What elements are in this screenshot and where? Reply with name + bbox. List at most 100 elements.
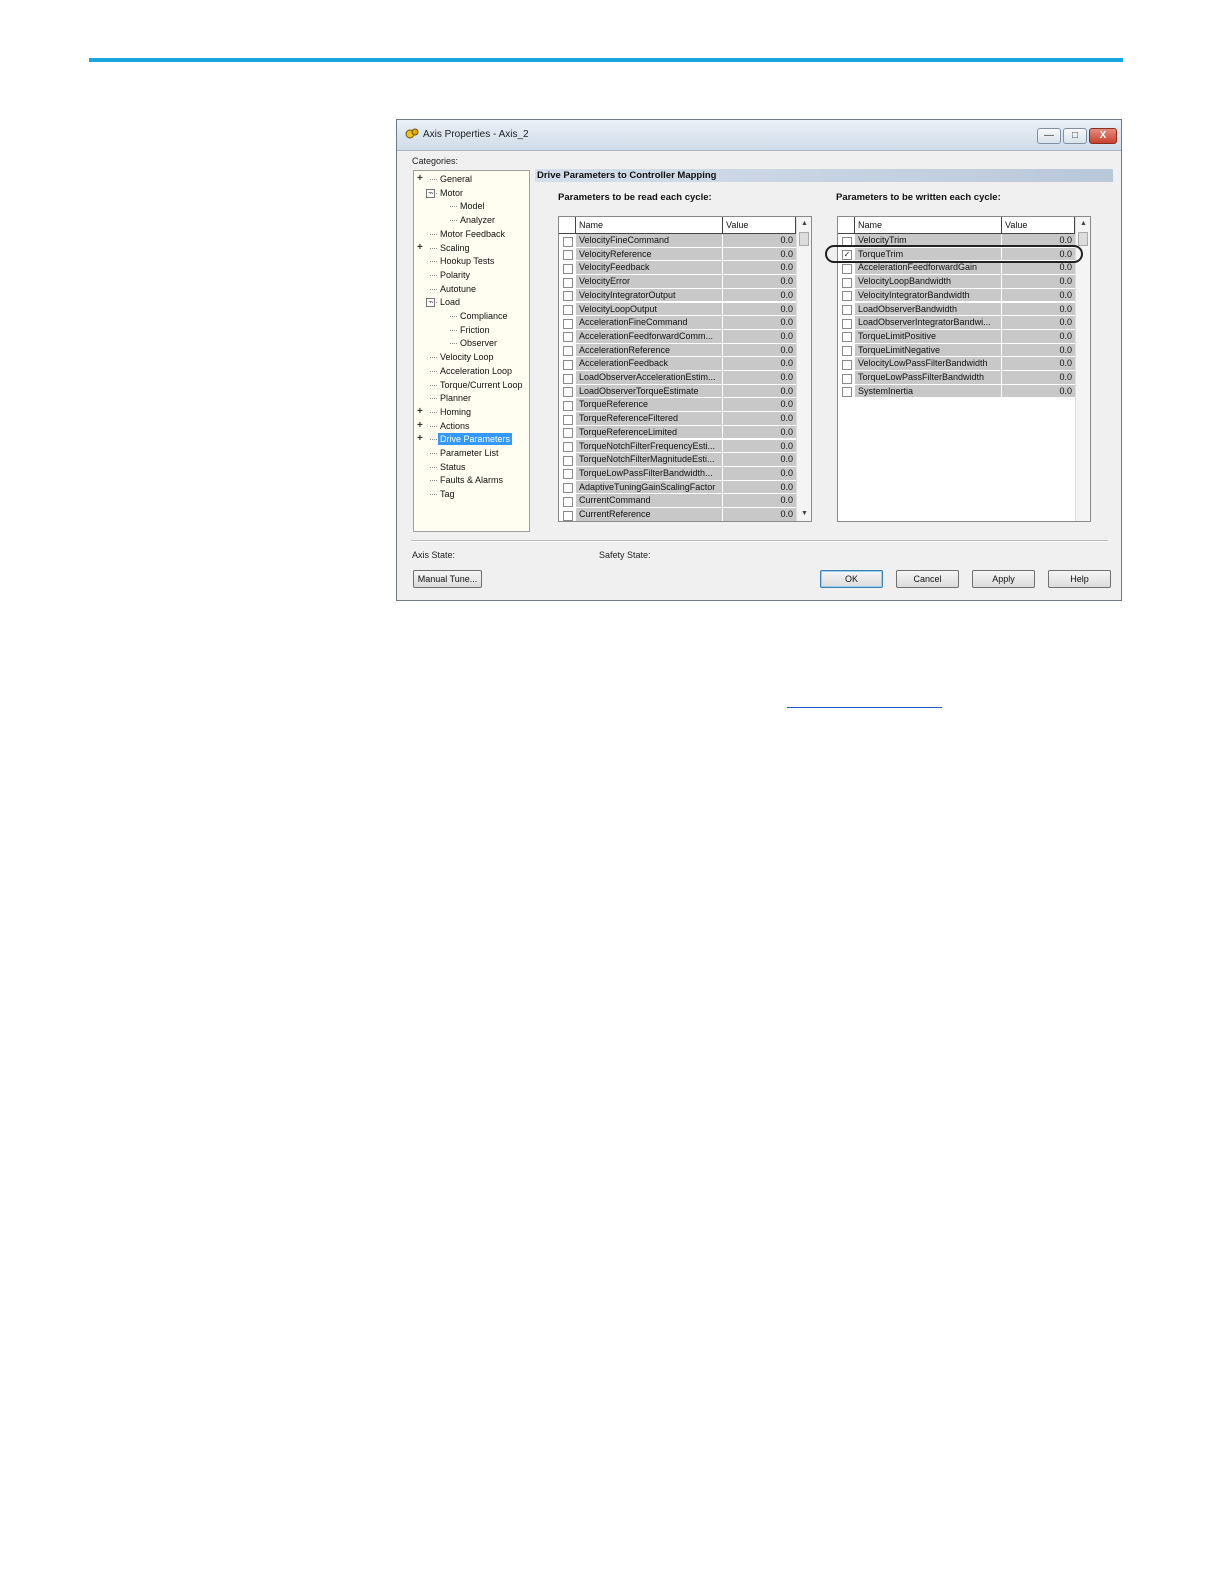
select-column-header[interactable] [838,217,855,233]
parameter-value[interactable]: 0.0 [1002,302,1075,317]
table-row[interactable]: VelocityFeedback 0.0 [559,261,796,276]
parameter-value[interactable]: 0.0 [1002,329,1075,344]
table-row[interactable]: LoadObserverAccelerationEstim... 0.0 [559,371,796,385]
row-checkbox[interactable] [563,318,573,329]
tree-item-hookup-tests[interactable]: Hookup Tests [440,255,494,267]
table-row[interactable]: VelocityLoopOutput 0.0 [559,302,796,317]
row-checkbox[interactable] [563,496,573,507]
parameter-value[interactable]: 0.0 [723,425,796,440]
select-column-header[interactable] [559,217,576,233]
parameter-value[interactable]: 0.0 [723,234,796,248]
row-checkbox[interactable] [563,373,573,384]
name-column-header[interactable]: Name [855,217,1002,233]
table-row[interactable]: CurrentReference 0.0 [559,508,796,521]
tree-item-polarity[interactable]: Polarity [440,269,470,281]
table-row[interactable]: VelocityLowPassFilterBandwidth 0.0 [838,357,1075,371]
row-checkbox[interactable] [563,469,573,480]
tree-item-velocity-loop[interactable]: Velocity Loop [440,351,494,363]
row-checkbox[interactable] [563,332,573,343]
table-row[interactable]: AccelerationReference 0.0 [559,343,796,358]
scroll-down-icon[interactable]: ▼ [797,507,811,521]
row-checkbox[interactable] [563,263,573,274]
parameter-value[interactable]: 0.0 [723,453,796,467]
row-checkbox[interactable] [842,263,852,274]
row-checkbox[interactable] [563,387,573,398]
tree-item-autotune[interactable]: Autotune [440,283,476,295]
tree-item-analyzer[interactable]: Analyzer [460,214,495,226]
manual-tune-button[interactable]: Manual Tune... [413,570,482,588]
table-row[interactable]: AccelerationFineCommand 0.0 [559,316,796,330]
tree-item-faults-alarms[interactable]: Faults & Alarms [440,474,503,486]
parameter-value[interactable]: 0.0 [723,466,796,481]
table-row[interactable]: LoadObserverIntegratorBandwi... 0.0 [838,316,1075,330]
parameter-value[interactable]: 0.0 [723,288,796,303]
tree-item-general[interactable]: General [440,173,472,185]
tree-item-tag[interactable]: Tag [440,488,455,500]
parameter-value[interactable]: 0.0 [723,343,796,358]
minimize-button[interactable]: — [1037,128,1061,144]
name-column-header[interactable]: Name [576,217,723,233]
title-bar[interactable]: Axis Properties - Axis_2 — □ X [397,120,1121,151]
table-row[interactable]: TorqueReferenceFiltered 0.0 [559,412,796,426]
tree-item-actions[interactable]: Actions [440,420,470,432]
table-row[interactable]: TorqueLowPassFilterBandwidth... 0.0 [559,466,796,481]
parameter-value[interactable]: 0.0 [1002,261,1075,276]
parameter-value[interactable]: 0.0 [1002,316,1075,330]
tree-item-homing[interactable]: Homing [440,406,471,418]
parameter-value[interactable]: 0.0 [723,371,796,385]
tree-item-torque-current-loop[interactable]: Torque/Current Loop [440,379,523,391]
table-row[interactable]: CurrentCommand 0.0 [559,494,796,508]
parameter-value[interactable]: 0.0 [723,357,796,371]
tree-item-scaling[interactable]: Scaling [440,242,470,254]
help-button[interactable]: Help [1048,570,1111,588]
read-parameters-grid[interactable]: Name Value VelocityFineCommand 0.0 Velocit… [558,216,812,522]
hyperlink-underline[interactable] [787,707,942,708]
row-checkbox[interactable] [563,442,573,452]
parameter-value[interactable]: 0.0 [723,494,796,508]
close-button[interactable]: X [1089,128,1117,144]
tree-item-motor-feedback[interactable]: Motor Feedback [440,228,505,240]
row-checkbox[interactable] [563,428,573,439]
apply-button[interactable]: Apply [972,570,1035,588]
parameter-value[interactable]: 0.0 [723,302,796,317]
table-row[interactable]: VelocityReference 0.0 [559,247,796,262]
row-checkbox[interactable] [563,305,573,315]
table-row[interactable]: SystemInertia 0.0 [838,384,1075,399]
row-checkbox[interactable] [842,291,852,302]
expand-icon[interactable]: + [417,434,423,444]
ok-button[interactable]: OK [820,570,883,588]
table-row[interactable]: VelocityFineCommand 0.0 [559,234,796,248]
row-checkbox[interactable] [563,414,573,425]
table-row[interactable]: TorqueReference 0.0 [559,398,796,413]
row-checkbox[interactable] [842,332,852,343]
table-row[interactable]: VelocityIntegratorBandwidth 0.0 [838,288,1075,303]
table-row[interactable]: AccelerationFeedback 0.0 [559,357,796,371]
value-column-header[interactable]: Value [1002,217,1075,233]
parameter-value[interactable]: 0.0 [723,508,796,521]
tree-item-status[interactable]: Status [440,461,466,473]
scroll-up-icon[interactable]: ▲ [797,217,811,231]
parameter-value[interactable]: 0.0 [723,412,796,426]
parameter-value[interactable]: 0.0 [1002,275,1075,289]
row-checkbox[interactable] [563,455,573,466]
row-checkbox[interactable] [842,318,852,329]
tree-item-model[interactable]: Model [460,200,485,212]
parameter-value[interactable]: 0.0 [723,384,796,399]
table-row[interactable]: TorqueLowPassFilterBandwidth 0.0 [838,371,1075,385]
table-row[interactable]: AdaptiveTuningGainScalingFactor 0.0 [559,480,796,495]
tree-item-planner[interactable]: Planner [440,392,471,404]
table-row[interactable]: VelocityLoopBandwidth 0.0 [838,275,1075,289]
table-row[interactable]: TorqueLimitPositive 0.0 [838,329,1075,344]
table-row[interactable]: TorqueLimitNegative 0.0 [838,343,1075,358]
row-checkbox[interactable] [842,387,852,398]
row-checkbox[interactable] [563,236,573,247]
parameter-value[interactable]: 0.0 [723,316,796,330]
cancel-button[interactable]: Cancel [896,570,959,588]
row-checkbox[interactable] [563,400,573,411]
tree-item-acceleration-loop[interactable]: Acceleration Loop [440,365,512,377]
row-checkbox[interactable] [842,305,852,315]
row-checkbox[interactable] [842,346,852,357]
parameter-value[interactable]: 0.0 [1002,371,1075,385]
table-row[interactable]: TorqueNotchFilterFrequencyEsti... 0.0 [559,439,796,454]
parameter-value[interactable]: 0.0 [1002,343,1075,358]
